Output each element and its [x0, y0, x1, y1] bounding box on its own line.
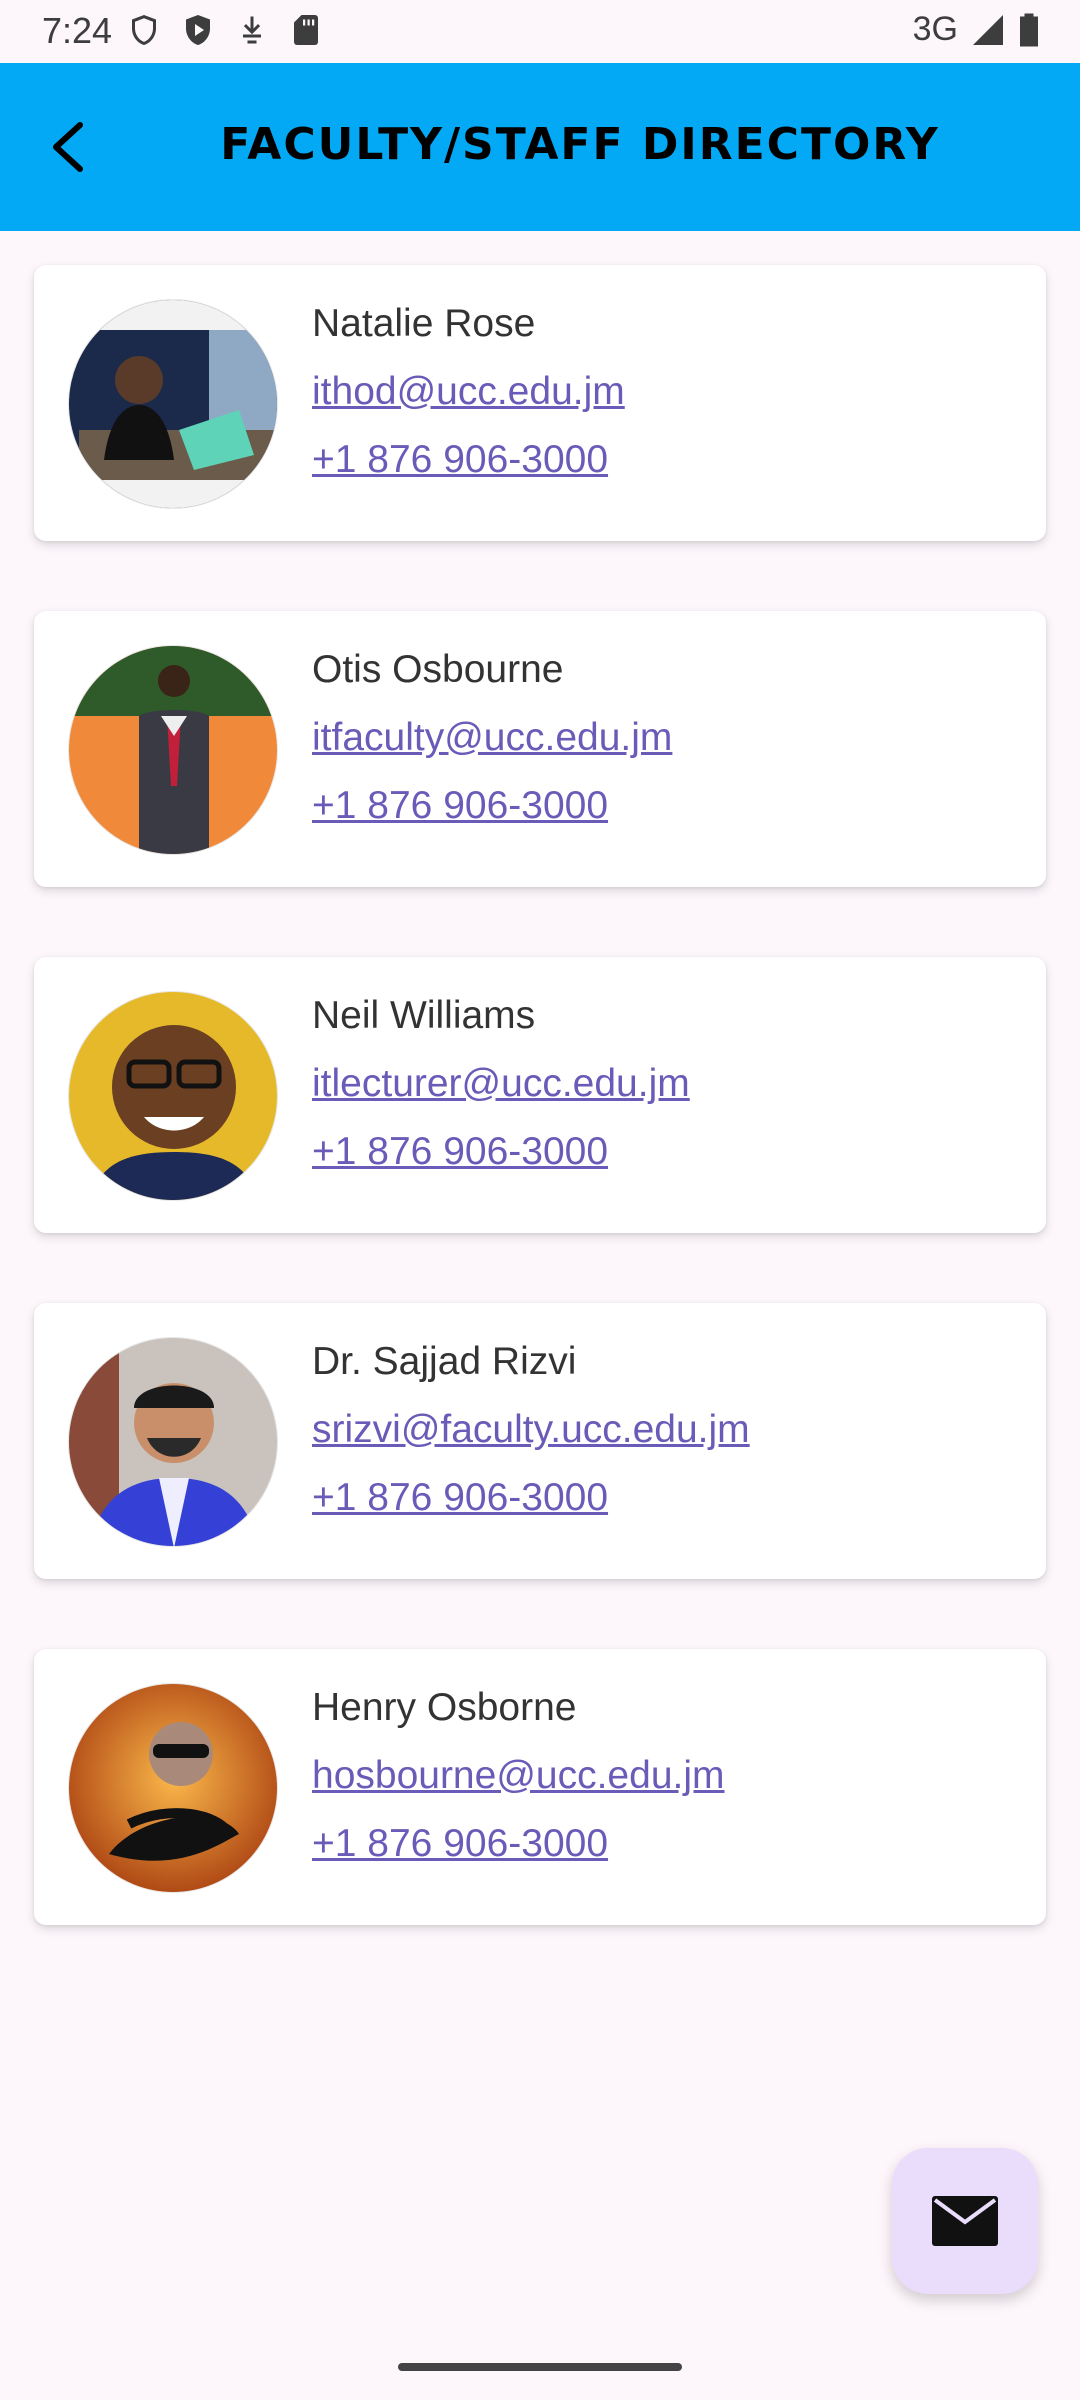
avatar: [68, 299, 278, 509]
email-link[interactable]: srizvi@faculty.ucc.edu.jm: [312, 1405, 750, 1455]
faculty-card: Natalie Rose ithod@ucc.edu.jm +1 876 906…: [34, 265, 1046, 541]
faculty-card: Dr. Sajjad Rizvi srizvi@faculty.ucc.edu.…: [34, 1303, 1046, 1579]
status-bar: 7:24 3G: [0, 0, 1080, 63]
avatar: [68, 991, 278, 1201]
compose-mail-button[interactable]: [892, 2148, 1038, 2294]
avatar: [68, 645, 278, 855]
download-icon: [243, 16, 261, 44]
play-protect-icon: [186, 15, 210, 45]
page-title: FACULTY/STAFF DIRECTORY: [220, 119, 940, 170]
phone-link[interactable]: +1 876 906-3000: [312, 781, 672, 831]
faculty-name: Otis Osbourne: [312, 648, 564, 691]
notification-icons: [126, 12, 324, 48]
faculty-list: Natalie Rose ithod@ucc.edu.jm +1 876 906…: [34, 265, 1046, 1995]
avatar: [68, 1683, 278, 1893]
mail-icon: [932, 2196, 998, 2246]
home-indicator[interactable]: [398, 2363, 682, 2371]
faculty-card: Neil Williams itlecturer@ucc.edu.jm +1 8…: [34, 957, 1046, 1233]
phone-link[interactable]: +1 876 906-3000: [312, 435, 625, 485]
faculty-name: Natalie Rose: [312, 302, 536, 345]
faculty-name: Henry Osborne: [312, 1686, 577, 1729]
phone-link[interactable]: +1 876 906-3000: [312, 1473, 750, 1523]
email-link[interactable]: ithod@ucc.edu.jm: [312, 367, 625, 417]
sd-card-icon: [294, 15, 318, 45]
signal-icon: [973, 14, 1003, 45]
faculty-card: Otis Osbourne itfaculty@ucc.edu.jm +1 87…: [34, 611, 1046, 887]
shield-icon: [132, 15, 156, 45]
status-time: 7:24: [42, 10, 113, 51]
email-link[interactable]: itfaculty@ucc.edu.jm: [312, 713, 672, 763]
phone-link[interactable]: +1 876 906-3000: [312, 1127, 690, 1177]
email-link[interactable]: itlecturer@ucc.edu.jm: [312, 1059, 690, 1109]
faculty-name: Neil Williams: [312, 994, 536, 1037]
faculty-name: Dr. Sajjad Rizvi: [312, 1340, 577, 1383]
avatar: [68, 1337, 278, 1547]
app-bar: FACULTY/STAFF DIRECTORY: [0, 63, 1080, 231]
network-type: 3G: [912, 10, 958, 48]
system-status: 3G: [913, 10, 1040, 49]
battery-icon: [1020, 13, 1038, 46]
faculty-card: Henry Osborne hosbourne@ucc.edu.jm +1 87…: [34, 1649, 1046, 1925]
phone-link[interactable]: +1 876 906-3000: [312, 1819, 725, 1869]
email-link[interactable]: hosbourne@ucc.edu.jm: [312, 1751, 725, 1801]
